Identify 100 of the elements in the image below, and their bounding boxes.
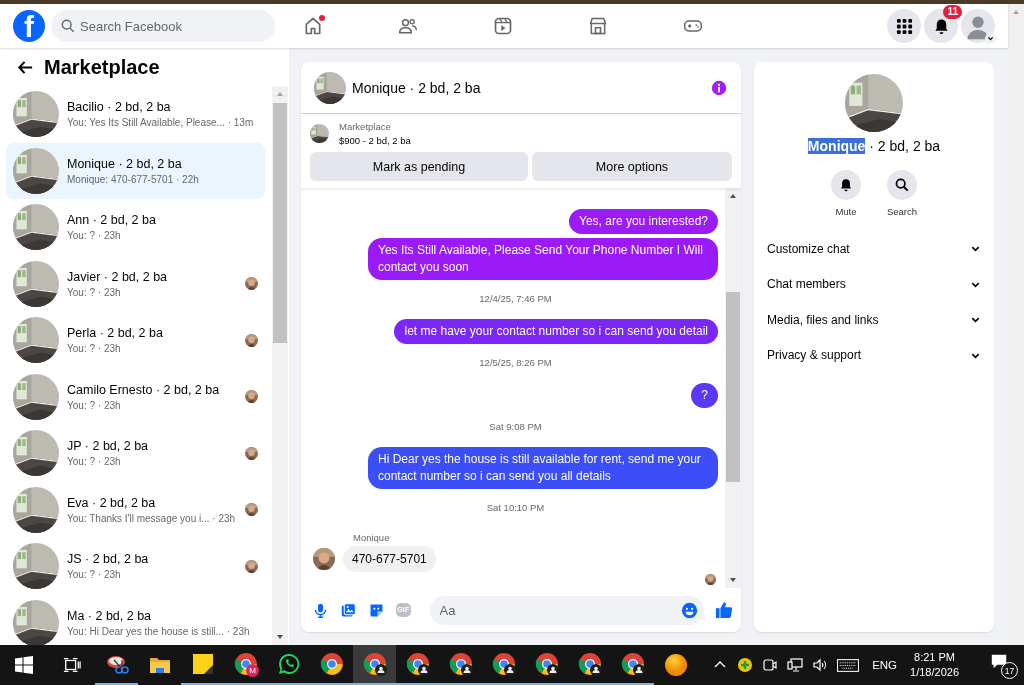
chat-title: Monique · 2 bd, 2 ba [352,79,482,96]
search-button[interactable] [887,170,917,200]
conversation-item[interactable]: Javier · 2 bd, 2 ba You: ? · 23h [6,255,265,312]
conversation-item[interactable]: Ann · 2 bd, 2 ba You: ? · 23h [6,199,265,256]
grid-icon [895,17,913,35]
section-header[interactable]: Chat members [767,266,981,302]
conversation-item[interactable]: Monique · 2 bd, 2 ba Monique: 470-677-5701 · 22h [6,142,265,199]
menu-button[interactable] [887,9,921,43]
image-icon[interactable] [340,601,357,619]
conversation-title: Monique · 2 bd, 2 ba [807,138,941,154]
action-button[interactable]: Mark as pending [310,152,528,181]
emoji-icon[interactable] [681,601,698,619]
microphone-icon[interactable] [312,601,329,619]
account-button[interactable] [961,9,995,43]
search-icon [895,178,909,192]
conversation-name: Ann · 2 bd, 2 ba [67,213,157,228]
task-view-icon[interactable] [62,656,81,674]
shop-icon [588,16,608,36]
tricolor-circle-icon [319,652,344,676]
conversation-name: Camilo Ernesto · 2 bd, 2 ba [67,382,221,397]
timestamp: Sat 9:08 PM [488,421,543,432]
message-bubble: ? [691,383,718,408]
message-bubble: 470-677-5701 [343,546,436,572]
mute-button[interactable] [830,170,861,200]
tricolor-circle-person-icon [534,652,559,676]
note-icon [190,652,215,676]
plus-circle-icon[interactable] [737,657,754,673]
chat-bubble-icon [276,652,301,676]
conversation-name: Perla · 2 bd, 2 ba [67,326,164,341]
search-field[interactable]: Search Facebook [51,10,275,42]
message-bubble: Hi Dear yes the house is still available for rent, send me your contact number so i can send you all details [368,447,718,489]
conversation-name: Eva · 2 bd, 2 ba [67,495,157,510]
conversation-item[interactable]: JP · 2 bd, 2 ba You: ? · 23h [6,425,265,482]
bell-icon [838,178,853,192]
message-preview: You: ? · 23h [67,569,122,581]
section-header[interactable]: Privacy & support [767,337,981,373]
conversation-name: Bacilio · 2 bd, 2 ba [67,100,172,115]
listing-summary: $900 - 2 bd, 2 ba [339,135,411,146]
home-icon [303,16,323,36]
back-arrow-icon[interactable] [17,58,34,76]
keyboard-icon[interactable] [837,658,860,672]
taskbar-app[interactable]: M [224,645,267,685]
sender-name: Monique [353,532,391,543]
tricolor-circle-person-icon [448,652,473,676]
message-preview: You: Hi Dear yes the house is still... · 23h [67,625,251,637]
tricolor-circle-person-icon [405,652,430,676]
message-preview: You: Thanks I'll message you i... · 23h [67,512,237,524]
message-preview: Monique: 470-677-5701 · 22h [67,173,200,185]
tricolor-circle-person-icon [577,652,602,676]
action-button[interactable]: More options [532,152,732,181]
timestamp: 12/5/25, 8:26 PM [478,357,553,368]
section-header[interactable]: Media, files and links [767,302,981,338]
message-preview: You: ? · 23h [67,399,122,411]
conversation-item[interactable]: Bacilio · 2 bd, 2 ba You: Yes Its Still Available, Please... · 13m [6,86,265,143]
network-icon[interactable] [787,657,804,673]
search-icon [61,19,75,33]
message-preview: You: ? · 23h [67,456,122,468]
start-icon[interactable] [14,655,34,675]
listing-source: Marketplace [339,121,392,132]
message-preview: You: ? · 23h [67,286,122,298]
camera-icon[interactable] [762,657,779,673]
info-icon[interactable] [711,79,727,96]
caret-icon [985,33,996,44]
section-header[interactable]: Customize chat [767,231,981,267]
conversation-item[interactable]: Ma · 2 bd, 2 ba You: Hi Dear yes the house is still... · 23h [6,594,265,645]
clock[interactable]: 8:21 PM 1/18/2026 [910,650,959,680]
taskbar-app[interactable] [353,645,396,685]
message-bubble: let me have your contact number so i can send you detail [394,319,718,344]
conversation-item[interactable]: Perla · 2 bd, 2 ba You: ? · 23h [6,312,265,369]
conversation-item[interactable]: Camilo Ernesto · 2 bd, 2 ba You: ? · 23h [6,368,265,425]
tricolor-circle-person-icon [491,652,516,676]
language-indicator[interactable]: ENG [872,659,898,671]
action-label: Search [886,206,918,217]
message-bubble: Yes Its Still Available, Please Send Your Phone Number I Will contact you soon [368,238,718,280]
message-field[interactable]: Aa [429,595,704,625]
message-preview: You: ? · 23h [67,230,122,242]
notification-count: 17 [1001,662,1018,679]
ball-icon [663,653,688,677]
tricolor-circle-person-icon [620,652,645,676]
scrollbar[interactable] [272,86,288,645]
scrollbar[interactable] [725,188,741,588]
conversation-item[interactable]: JS · 2 bd, 2 ba You: ? · 23h [6,538,265,595]
friends-icon [398,16,418,36]
tricolor-circle-person-icon [362,652,387,676]
message-bubble: Yes, are you interested? [569,209,718,234]
conversation-name: Monique · 2 bd, 2 ba [67,156,183,171]
timestamp: 12/4/25, 7:46 PM [478,293,553,304]
conversation-name: Ma · 2 bd, 2 ba [67,608,153,623]
logo[interactable]: f [13,10,45,42]
message-preview: You: ? · 23h [67,343,122,355]
video-icon [493,16,513,36]
conversation-name: Javier · 2 bd, 2 ba [67,269,169,284]
timestamp: Sat 10:10 PM [485,502,546,513]
conversation-name: JP · 2 bd, 2 ba [67,439,150,454]
action-label: Mute [835,206,857,217]
page-title: Marketplace [44,55,160,79]
conversation-item[interactable]: Eva · 2 bd, 2 ba You: Thanks I'll message you i... · 23h [6,481,265,538]
page-scrollbar[interactable] [1008,4,1024,645]
volume-icon[interactable] [812,657,829,673]
thumbs-up-icon[interactable] [715,601,733,619]
